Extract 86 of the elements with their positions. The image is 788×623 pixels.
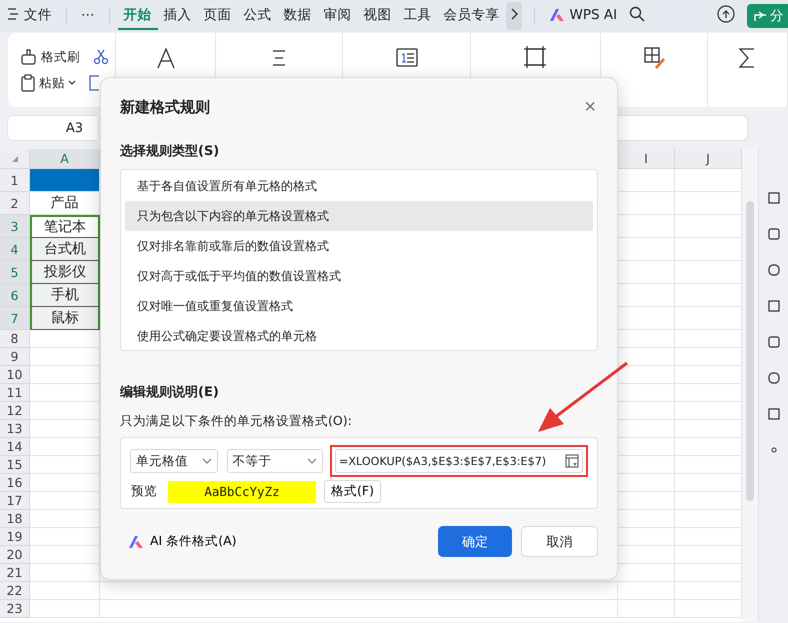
row-header[interactable]: 14 — [0, 438, 30, 456]
ribbon-tab[interactable]: 数据 — [278, 2, 318, 30]
row-header[interactable]: 9 — [0, 348, 30, 366]
ai-logo-icon — [128, 534, 144, 548]
row-header[interactable]: 1 — [0, 169, 30, 192]
column-header[interactable]: I — [618, 149, 675, 169]
rule-type-list[interactable]: 基于各自值设置所有单元格的格式 只为包含以下内容的单元格设置格式 仅对排名靠前或靠后的数值设置格式 仅对高于或低于平均值的数值设置格式 仅对唯一值或重复值设置格式 使用公式确定要设置格式的单元格 — [120, 169, 598, 351]
table-cell — [618, 600, 675, 618]
wps-ai-button[interactable]: WPS AI — [542, 2, 624, 30]
row-header[interactable]: 8 — [0, 330, 30, 348]
rule-type-item[interactable]: 使用公式确定要设置格式的单元格 — [125, 321, 593, 351]
file-menu[interactable]: 文件 — [18, 2, 58, 30]
rule-type-item[interactable]: 只为包含以下内容的单元格设置格式 — [125, 201, 593, 231]
table-cell: 手机 — [30, 284, 100, 307]
range-picker-icon[interactable] — [565, 454, 579, 468]
row-header[interactable]: 23 — [0, 600, 30, 618]
ok-button[interactable]: 确定 — [438, 526, 512, 557]
section-heading: 编辑规则说明(E) — [120, 384, 220, 401]
font-icon[interactable] — [154, 46, 177, 68]
caret-icon — [68, 80, 76, 86]
preview-sample: AaBbCcYyZz — [168, 480, 316, 502]
number-format-icon[interactable] — [396, 46, 418, 68]
table-style-icon[interactable] — [642, 46, 665, 68]
table-cell: 鼠标 — [30, 307, 100, 330]
chevron-right-icon[interactable] — [506, 2, 522, 30]
close-button[interactable]: × — [582, 96, 598, 118]
ribbon-tab[interactable]: 公式 — [238, 2, 278, 30]
row-header[interactable]: 15 — [0, 456, 30, 474]
ribbon-tab[interactable]: 工具 — [398, 2, 438, 30]
row-header[interactable]: 20 — [0, 546, 30, 564]
share-icon — [753, 9, 767, 23]
format-painter-button[interactable]: 格式刷 — [20, 48, 80, 66]
caret-icon — [307, 458, 317, 464]
row-header[interactable]: 22 — [0, 582, 30, 600]
row-header[interactable]: 10 — [0, 366, 30, 384]
formula-field[interactable] — [618, 115, 748, 141]
paste-button[interactable]: 粘贴 — [20, 74, 76, 92]
table-cell — [618, 582, 675, 600]
more-button[interactable]: ⋯ — [75, 2, 100, 30]
row-header[interactable]: 16 — [0, 474, 30, 492]
column-header[interactable]: A — [30, 149, 100, 169]
clipboard-icon — [20, 74, 36, 92]
value-dropdown[interactable]: 单元格值 — [130, 449, 218, 473]
row-header[interactable]: 17 — [0, 492, 30, 510]
row-header[interactable]: 7 — [0, 307, 30, 330]
row-header[interactable]: 5 — [0, 261, 30, 284]
condition-label: 只为满足以下条件的单元格设置格式(O): — [120, 413, 353, 430]
share-button[interactable]: 分 — [747, 4, 788, 28]
row-header[interactable]: 2 — [0, 192, 30, 215]
row-header[interactable]: 21 — [0, 564, 30, 582]
formula-field[interactable]: =XLOOKUP($A3,$E$3:$E$7,E$3:E$7) — [335, 449, 583, 473]
ribbon-tab[interactable]: 会员专享 — [438, 2, 506, 30]
rule-type-item[interactable]: 仅对排名靠前或靠后的数值设置格式 — [125, 231, 593, 261]
row-header[interactable]: 18 — [0, 510, 30, 528]
format-button[interactable]: 格式(F) — [324, 480, 381, 503]
cancel-button[interactable]: 取消 — [521, 526, 598, 557]
ribbon-tab[interactable]: 视图 — [358, 2, 398, 30]
row-header[interactable]: 3 — [0, 215, 30, 238]
ai-conditional-format-button[interactable]: AI 条件格式(A) — [120, 533, 237, 550]
ai-logo-icon — [548, 8, 564, 22]
row-header[interactable]: 11 — [0, 384, 30, 402]
name-box[interactable]: A3 — [7, 115, 97, 141]
ribbon-tab[interactable]: 开始 — [118, 2, 158, 30]
section-heading: 选择规则类型(S) — [120, 143, 220, 160]
row-header[interactable]: 12 — [0, 402, 30, 420]
ribbon-tab[interactable]: 插入 — [158, 2, 198, 30]
operator-dropdown[interactable]: 不等于 — [226, 449, 323, 473]
rule-type-item[interactable]: 仅对高于或低于平均值的数值设置格式 — [125, 261, 593, 291]
scrollbar[interactable] — [742, 149, 758, 622]
row-header[interactable]: 19 — [0, 528, 30, 546]
column-header[interactable]: J — [675, 149, 742, 169]
scissors-icon[interactable] — [93, 49, 109, 65]
border-icon[interactable] — [524, 46, 546, 68]
table-cell: 投影仪 — [30, 261, 100, 284]
ribbon-tab[interactable]: 页面 — [198, 2, 238, 30]
row-header[interactable]: 13 — [0, 420, 30, 438]
preview-label: 预览 — [131, 483, 157, 500]
ribbon-tab[interactable]: 审阅 — [318, 2, 358, 30]
rule-type-item[interactable]: 基于各自值设置所有单元格的格式 — [125, 171, 593, 201]
table-cell: 笔记本 — [30, 215, 100, 238]
row-header[interactable]: 4 — [0, 238, 30, 261]
table-cell: 台式机 — [30, 238, 100, 261]
rule-type-item[interactable]: 仅对唯一值或重复值设置格式 — [125, 291, 593, 321]
row-header[interactable]: 6 — [0, 284, 30, 307]
caret-icon — [202, 458, 212, 464]
dialog-title: 新建格式规则 — [120, 98, 210, 116]
